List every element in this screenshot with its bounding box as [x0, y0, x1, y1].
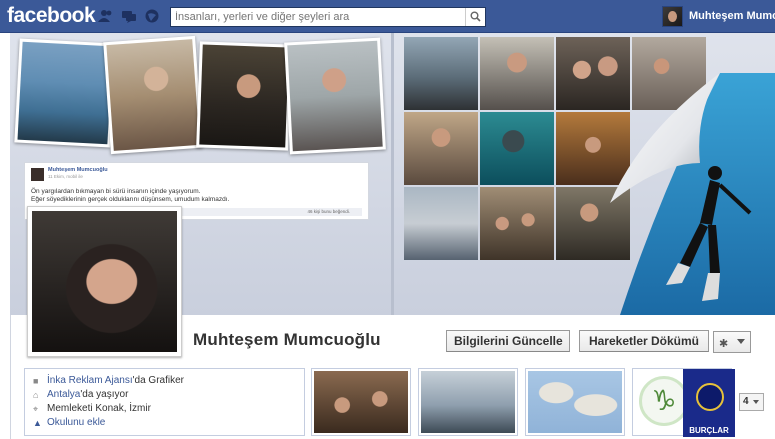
grid-photo: [480, 187, 554, 260]
photos-thumbnail[interactable]: [311, 368, 411, 436]
home-icon: ⌂: [33, 390, 39, 400]
chevron-down-icon: [753, 400, 759, 404]
post-author: Muhteşem Mumcuoğlu: [48, 167, 108, 173]
grid-photo: [404, 37, 478, 110]
friend-requests-icon[interactable]: [98, 9, 114, 23]
activity-log-button[interactable]: Hareketler Dökümü: [579, 330, 709, 352]
post-avatar: [31, 168, 44, 181]
cover-collage-photo-3: [196, 41, 292, 151]
search-icon: [470, 11, 481, 22]
info-school: ▲ Okulunu ekle: [33, 417, 105, 431]
briefcase-icon: ■: [33, 376, 39, 386]
chevron-down-icon: [737, 339, 745, 344]
work-link[interactable]: İnka Reklam Ajansı: [47, 375, 133, 386]
cover-divider: [391, 33, 394, 315]
cover-collage-photo-1: [14, 38, 116, 148]
search-input[interactable]: [171, 8, 461, 26]
post-text-line-1: Ön yargılardan bıkmayan bi sürü insanın …: [31, 188, 201, 195]
profile-name: Muhteşem Mumcuoğlu: [193, 330, 381, 349]
user-name: Muhteşem Mumcu: [689, 10, 775, 22]
add-school-link[interactable]: Okulunu ekle: [47, 417, 105, 428]
grid-photo: [404, 187, 478, 260]
info-hometown: ⌖ Memleketi Konak, İzmir: [33, 403, 151, 414]
apps-thumbnail[interactable]: ♑ BURÇLAR: [632, 368, 735, 437]
grid-photo: [404, 112, 478, 185]
messages-icon[interactable]: [121, 9, 137, 23]
settings-dropdown-button[interactable]: ✱: [713, 331, 751, 353]
search-button[interactable]: [465, 8, 485, 26]
apps-count-dropdown[interactable]: 4: [739, 393, 764, 411]
cover-page-curl: [610, 73, 775, 315]
apps-label: BURÇLAR: [689, 426, 729, 435]
grid-photo: [480, 37, 554, 110]
friends-thumbnail[interactable]: [418, 368, 518, 436]
top-bar: facebook Muhteşem Mumcu: [0, 0, 775, 33]
post-meta: 11 Ekim, mobil ile: [48, 174, 83, 179]
info-location: ⌂ Antalya'da yaşıyor: [33, 389, 129, 400]
user-avatar: [662, 6, 683, 27]
cover-collage-photo-2: [103, 35, 203, 155]
search-box[interactable]: [170, 7, 486, 27]
notifications-icon[interactable]: [144, 9, 160, 23]
info-work: ■ İnka Reklam Ajansı'da Grafiker: [33, 375, 184, 386]
map-thumbnail[interactable]: [525, 368, 625, 436]
update-info-button[interactable]: Bilgilerini Güncelle: [446, 330, 570, 352]
pin-icon: ⌖: [33, 404, 39, 414]
post-text-line-2: Eğer söyediklerinin gerçek olduklarını d…: [31, 196, 230, 203]
facebook-logo[interactable]: facebook: [7, 4, 96, 28]
gear-icon: ✱: [719, 338, 729, 350]
profile-info-box: ■ İnka Reklam Ajansı'da Grafiker ⌂ Antalya…: [24, 368, 305, 436]
cover-collage-photo-4: [284, 37, 386, 155]
profile-picture[interactable]: [27, 206, 182, 357]
grid-photo: [480, 112, 554, 185]
graduation-cap-icon: ▲: [33, 418, 42, 428]
location-link[interactable]: Antalya: [47, 389, 80, 400]
capricorn-icon: ♑: [639, 376, 689, 426]
